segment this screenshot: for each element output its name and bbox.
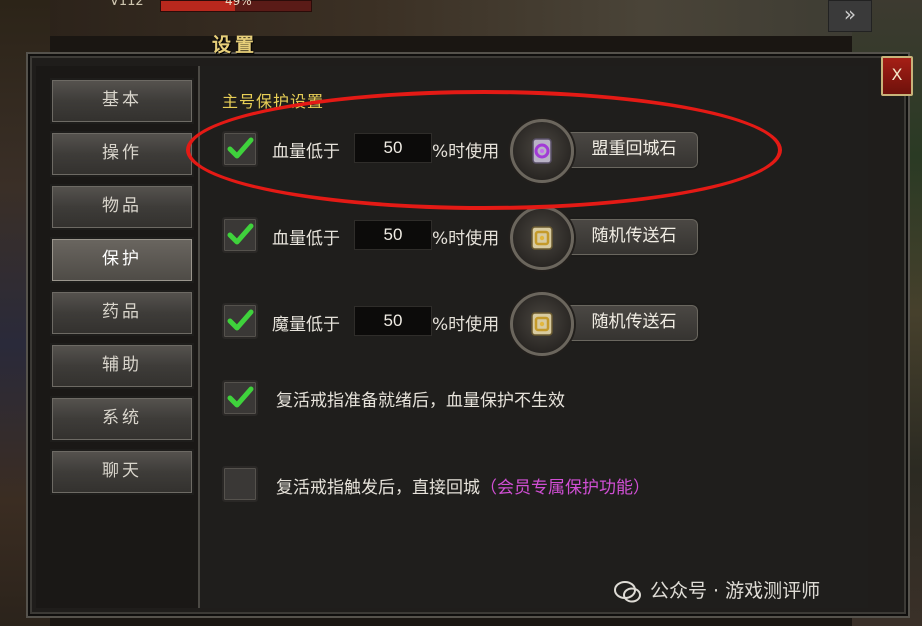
checkmark-icon xyxy=(227,223,254,245)
nav-item-system[interactable]: 系统 xyxy=(50,396,194,442)
row-label: 血量低于 xyxy=(272,229,340,249)
item-slot-2[interactable] xyxy=(510,206,574,270)
row-suffix: %时使用 xyxy=(432,315,500,335)
nav-item-assist[interactable]: 辅助 xyxy=(50,343,194,389)
row-suffix: %时使用 xyxy=(432,229,500,249)
revive-trigger-option: 复活戒指触发后，直接回城（会员专属保护功能） xyxy=(276,473,650,498)
revive-ready-checkbox[interactable] xyxy=(222,380,258,416)
hp-bar-fill xyxy=(161,1,235,11)
collapse-arrow-button[interactable]: » xyxy=(828,0,872,32)
hp-protect-checkbox-2[interactable] xyxy=(222,217,258,253)
nav-item-items[interactable]: 物品 xyxy=(50,184,194,230)
revive-ready-label: 复活戒指准备就绪后，血量保护不生效 xyxy=(276,391,565,411)
watermark: 公众号 · 游戏测评师 xyxy=(614,576,820,602)
item-select-button-2[interactable]: 随机传送石 xyxy=(568,217,700,257)
member-only-note: （会员专属保护功能） xyxy=(480,478,650,498)
mp-threshold-input[interactable]: 50 xyxy=(354,306,432,336)
revive-trigger-checkbox[interactable] xyxy=(222,466,258,502)
revive-trigger-label: 复活戒指触发后，直接回城 xyxy=(276,478,480,498)
item-slot-3[interactable] xyxy=(510,292,574,356)
watermark-text: 公众号 · 游戏测评师 xyxy=(650,580,821,602)
hp-percent: 49% xyxy=(225,0,252,8)
player-level: V112 xyxy=(110,0,144,9)
nav-item-protection[interactable]: 保护 xyxy=(50,237,194,283)
mp-protect-checkbox[interactable] xyxy=(222,303,258,339)
gold-scroll-icon xyxy=(531,226,553,250)
checkmark-icon xyxy=(227,309,254,331)
item-select-button-3[interactable]: 随机传送石 xyxy=(568,303,700,343)
checkmark-icon xyxy=(227,386,254,408)
nav-item-operation[interactable]: 操作 xyxy=(50,131,194,177)
hp-threshold-input-2[interactable]: 50 xyxy=(354,220,432,250)
highlight-annotation xyxy=(186,90,782,210)
close-button[interactable]: X xyxy=(881,56,913,96)
row-label: 魔量低于 xyxy=(272,315,340,335)
game-scene: V112 49% » 设置 X 基本 操作 物品 保护 药品 辅助 系统 聊天 … xyxy=(0,0,922,626)
gold-scroll-icon xyxy=(531,312,553,336)
window-title: 设置 xyxy=(212,34,259,56)
nav-item-chat[interactable]: 聊天 xyxy=(50,449,194,495)
nav-item-basic[interactable]: 基本 xyxy=(50,78,194,124)
nav-item-potions[interactable]: 药品 xyxy=(50,290,194,336)
wechat-icon xyxy=(614,580,641,602)
